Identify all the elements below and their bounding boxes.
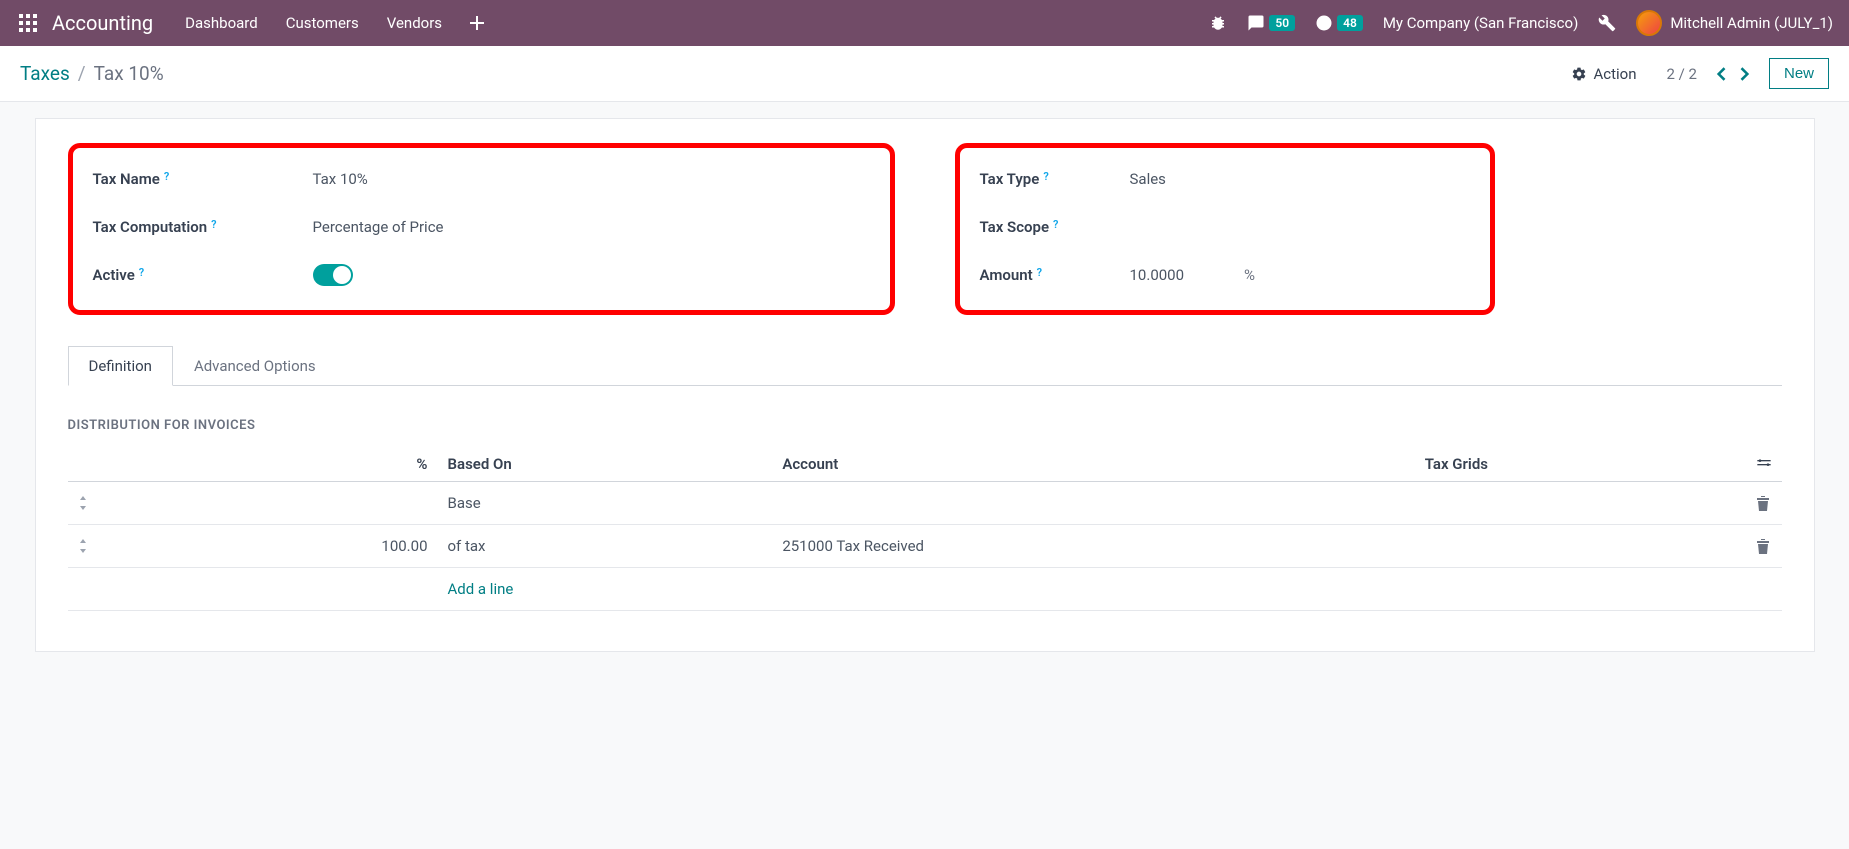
highlight-left: Tax Name? Tax 10% Tax Computation? Perce… [68, 143, 895, 315]
tax-name-label: Tax Name? [93, 170, 313, 188]
tab-definition[interactable]: Definition [68, 346, 173, 386]
nav-add[interactable] [470, 16, 484, 30]
delete-row-icon[interactable] [1746, 525, 1782, 568]
company-selector[interactable]: My Company (San Francisco) [1383, 14, 1578, 32]
tax-name-value[interactable]: Tax 10% [313, 170, 870, 188]
distribution-title: DISTRIBUTION FOR INVOICES [68, 418, 1782, 433]
form-sheet: Tax Name? Tax 10% Tax Computation? Perce… [35, 118, 1815, 652]
drag-handle-icon[interactable] [68, 482, 98, 525]
breadcrumb-current: Tax 10% [94, 62, 164, 85]
activities-icon[interactable]: 48 [1315, 14, 1363, 32]
breadcrumb-root[interactable]: Taxes [20, 62, 70, 85]
distribution-table: % Based On Account Tax Grids Base [68, 447, 1782, 611]
cell-based-on[interactable]: Base [438, 482, 773, 525]
toggle-knob [333, 266, 351, 284]
th-settings[interactable] [1746, 447, 1782, 482]
active-label: Active? [93, 266, 313, 284]
th-based-on: Based On [438, 447, 773, 482]
cell-account[interactable] [772, 482, 1414, 525]
th-handle [68, 447, 98, 482]
apps-icon[interactable] [16, 11, 40, 35]
th-account: Account [772, 447, 1414, 482]
action-button[interactable]: Action [1571, 65, 1636, 83]
pager-prev-icon[interactable] [1715, 67, 1727, 81]
control-bar: Taxes / Tax 10% Action 2 / 2 New [0, 46, 1849, 102]
tax-type-value[interactable]: Sales [1130, 170, 1470, 188]
breadcrumb: Taxes / Tax 10% [20, 62, 164, 85]
nav-vendors[interactable]: Vendors [387, 14, 442, 32]
gear-icon [1571, 66, 1587, 82]
tax-computation-value[interactable]: Percentage of Price [313, 218, 870, 236]
th-tax-grids: Tax Grids [1415, 447, 1746, 482]
amount-label: Amount? [980, 266, 1130, 284]
highlight-right: Tax Type? Sales Tax Scope? Amount? [955, 143, 1495, 315]
activities-badge: 48 [1337, 15, 1363, 31]
messages-badge: 50 [1269, 15, 1295, 31]
amount-suffix: % [1244, 266, 1255, 284]
help-icon[interactable]: ? [1043, 170, 1048, 183]
messages-icon[interactable]: 50 [1247, 14, 1295, 32]
table-row-add: Add a line [68, 568, 1782, 611]
tax-computation-label: Tax Computation? [93, 218, 313, 236]
th-pct: % [98, 447, 438, 482]
nav-customers[interactable]: Customers [286, 14, 359, 32]
add-line-button[interactable]: Add a line [448, 580, 514, 598]
cell-tax-grids[interactable] [1415, 482, 1746, 525]
breadcrumb-sep: / [78, 62, 86, 85]
tab-advanced[interactable]: Advanced Options [173, 346, 337, 386]
tools-icon[interactable] [1598, 14, 1616, 32]
new-button[interactable]: New [1769, 58, 1829, 89]
cell-pct[interactable] [98, 482, 438, 525]
form-wrap: Tax Name? Tax 10% Tax Computation? Perce… [0, 102, 1849, 652]
active-toggle[interactable] [313, 264, 353, 286]
form-left-column: Tax Name? Tax 10% Tax Computation? Perce… [68, 143, 895, 335]
cell-account[interactable]: 251000 Tax Received [772, 525, 1414, 568]
table-row[interactable]: Base [68, 482, 1782, 525]
user-menu[interactable]: Mitchell Admin (JULY_1) [1636, 10, 1833, 36]
tabs: Definition Advanced Options [68, 345, 1782, 386]
help-icon[interactable]: ? [1037, 266, 1042, 279]
help-icon[interactable]: ? [1053, 218, 1058, 231]
avatar [1636, 10, 1662, 36]
pager-next-icon[interactable] [1739, 67, 1751, 81]
help-icon[interactable]: ? [164, 170, 169, 183]
pager-text[interactable]: 2 / 2 [1666, 65, 1697, 83]
user-name: Mitchell Admin (JULY_1) [1670, 14, 1833, 32]
action-label: Action [1593, 65, 1636, 83]
tax-type-label: Tax Type? [980, 170, 1130, 188]
form-right-column: Tax Type? Sales Tax Scope? Amount? [955, 143, 1782, 335]
delete-row-icon[interactable] [1746, 482, 1782, 525]
help-icon[interactable]: ? [139, 266, 144, 279]
tax-scope-label: Tax Scope? [980, 218, 1130, 236]
main-navbar: Accounting Dashboard Customers Vendors 5… [0, 0, 1849, 46]
nav-dashboard[interactable]: Dashboard [185, 14, 258, 32]
debug-icon[interactable] [1209, 14, 1227, 32]
cell-based-on[interactable]: of tax [438, 525, 773, 568]
table-row[interactable]: 100.00 of tax 251000 Tax Received [68, 525, 1782, 568]
cell-pct[interactable]: 100.00 [98, 525, 438, 568]
amount-value[interactable]: 10.0000 % [1130, 266, 1470, 284]
cell-tax-grids[interactable] [1415, 525, 1746, 568]
drag-handle-icon[interactable] [68, 525, 98, 568]
app-title[interactable]: Accounting [52, 11, 153, 35]
help-icon[interactable]: ? [211, 218, 216, 231]
